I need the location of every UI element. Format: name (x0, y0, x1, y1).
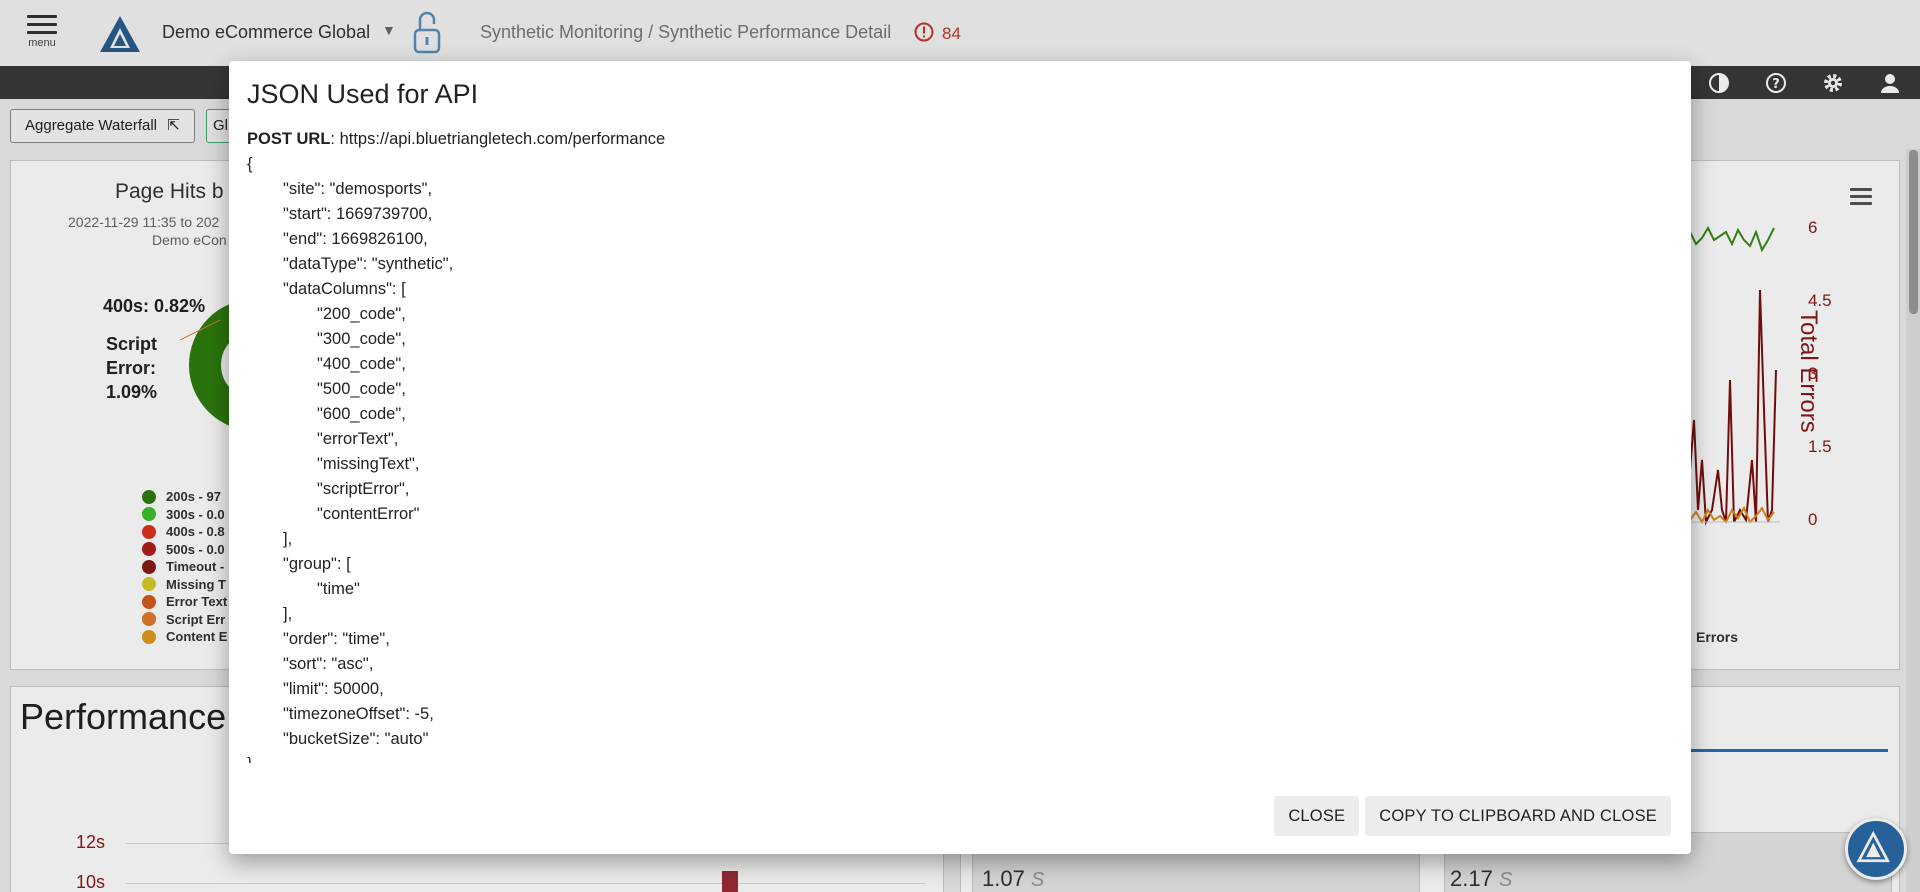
json-line: "dataType": "synthetic", (283, 255, 454, 273)
json-line: "300_code", (317, 330, 406, 348)
dialog-title: JSON Used for API (247, 79, 479, 109)
json-line: "timezoneOffset": -5, (283, 705, 434, 723)
json-line: "contentError" (317, 505, 420, 523)
json-line: "500_code", (317, 380, 406, 398)
json-line: "time" (317, 580, 360, 598)
json-line: "order": "time", (283, 630, 390, 648)
json-line: "limit": 50000, (283, 680, 384, 698)
json-line: "400_code", (317, 355, 406, 373)
json-line: "scriptError", (317, 480, 410, 498)
json-line: "start": 1669739700, (283, 205, 433, 223)
json-line: "600_code", (317, 405, 406, 423)
json-line: "sort": "asc", (283, 655, 374, 673)
post-url-value: : https://api.bluetriangletech.com/perfo… (330, 130, 666, 148)
json-line: "bucketSize": "auto" (283, 730, 429, 748)
json-line: "200_code", (317, 305, 406, 323)
json-api-dialog: JSON Used for API POST URL: https://api.… (229, 61, 1691, 854)
json-line: ], (283, 605, 293, 623)
dialog-actions: CLOSE COPY TO CLIPBOARD AND CLOSE (1274, 796, 1671, 836)
close-button[interactable]: CLOSE (1274, 796, 1360, 836)
json-code-block: { "site": "demosports", "start": 166973970… (247, 152, 1667, 763)
json-line: "dataColumns": [ (283, 280, 406, 298)
json-line: "missingText", (317, 455, 420, 473)
post-url-label: POST URL (247, 130, 331, 148)
copy-to-clipboard-button[interactable]: COPY TO CLIPBOARD AND CLOSE (1365, 796, 1671, 836)
json-line: "group": [ (283, 555, 351, 573)
dialog-body: POST URL: https://api.bluetriangletech.c… (247, 127, 1667, 763)
post-url-line: POST URL: https://api.bluetriangletech.c… (247, 127, 1667, 152)
json-line: { (247, 155, 253, 173)
json-line: "errorText", (317, 430, 399, 448)
json-line: "site": "demosports", (283, 180, 433, 198)
json-line: "end": 1669826100, (283, 230, 428, 248)
json-line: } (247, 752, 1667, 763)
json-line: ], (283, 530, 293, 548)
